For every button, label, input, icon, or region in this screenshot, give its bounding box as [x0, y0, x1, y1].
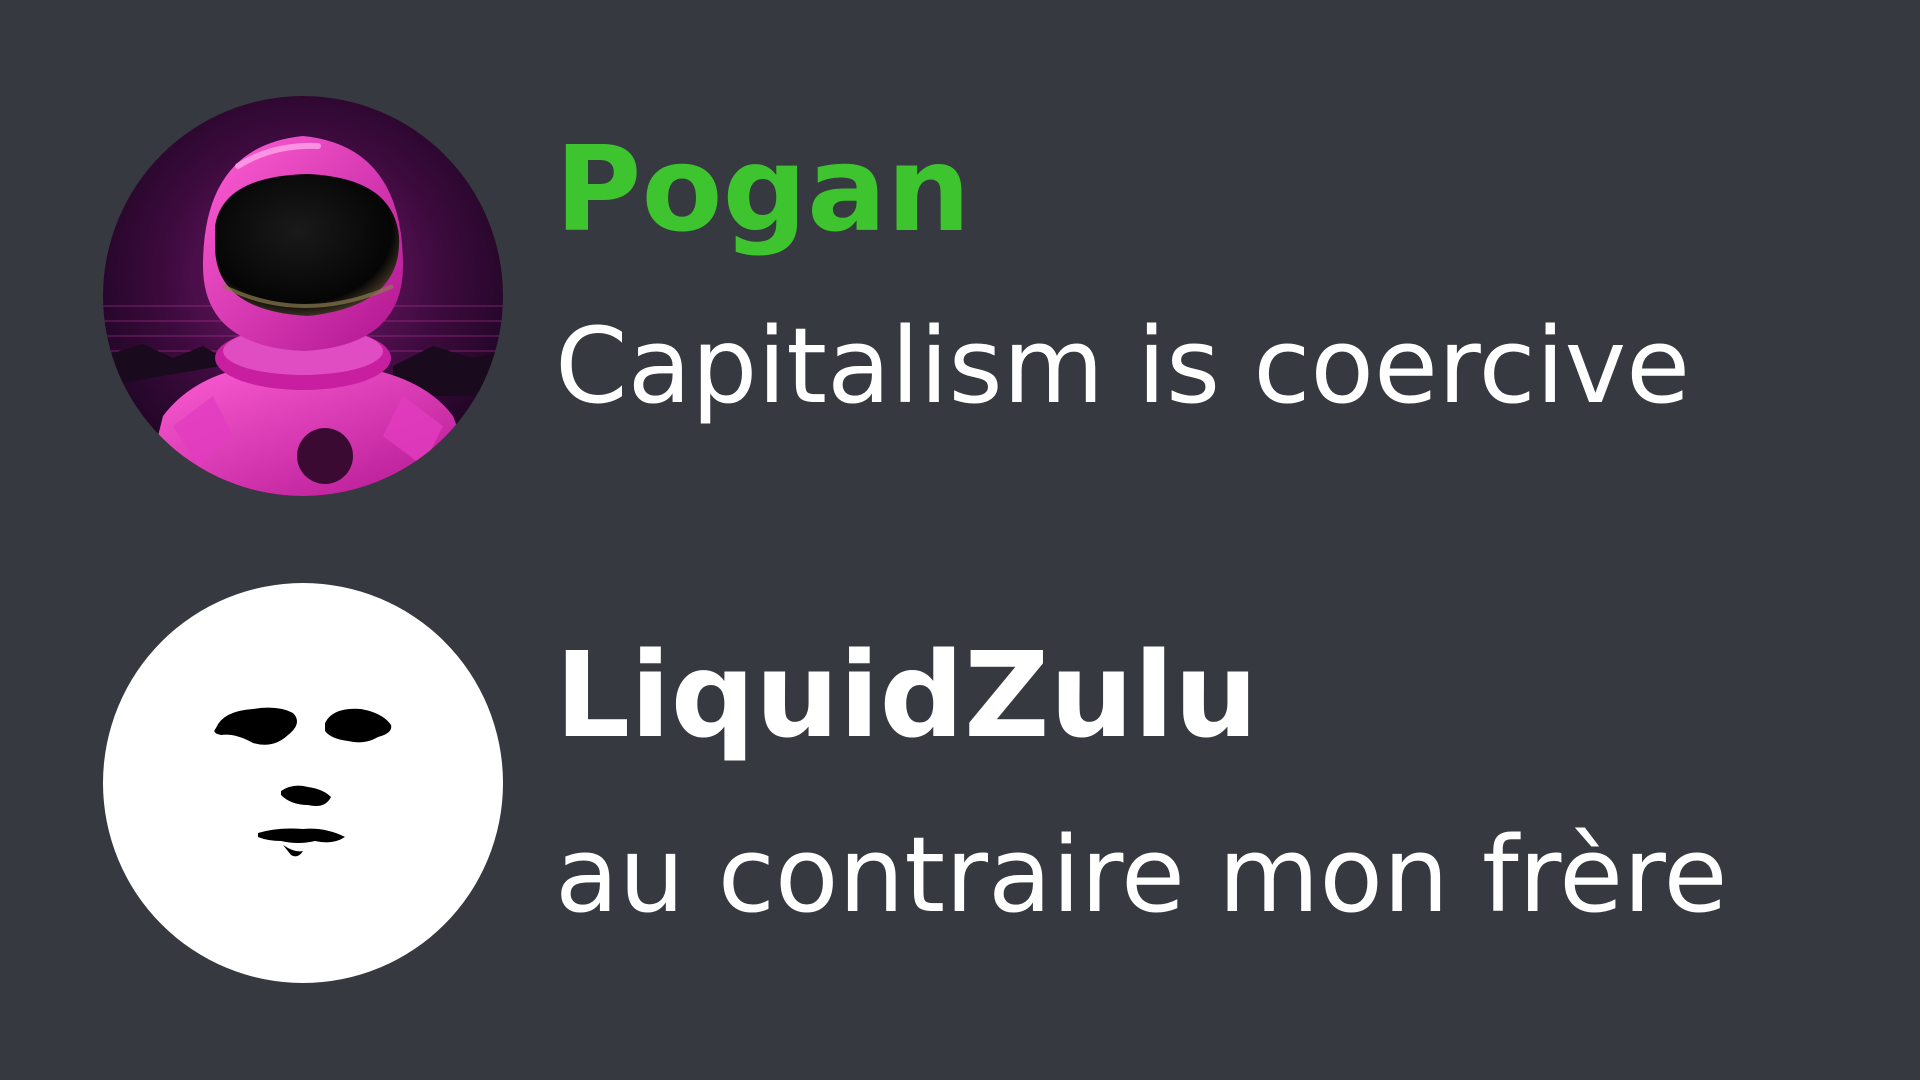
pink-astronaut-avatar-icon[interactable]	[103, 96, 503, 496]
username[interactable]: LiquidZulu	[555, 636, 1258, 754]
message-text: Capitalism is coercive	[555, 305, 1691, 427]
message-pogan: Pogan Capitalism is coercive	[0, 96, 1920, 516]
message-text: au contraire mon frère	[555, 814, 1728, 936]
white-face-avatar-icon[interactable]	[103, 583, 503, 983]
message-liquidzulu: LiquidZulu au contraire mon frère	[0, 583, 1920, 1003]
username[interactable]: Pogan	[555, 130, 971, 248]
